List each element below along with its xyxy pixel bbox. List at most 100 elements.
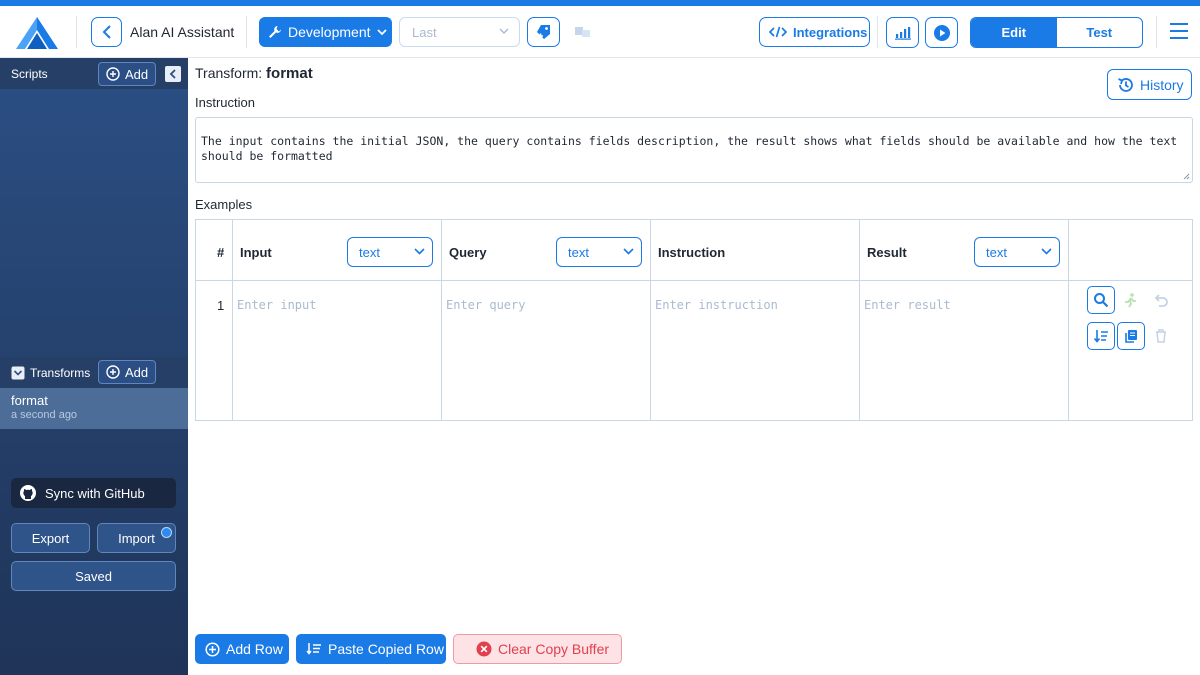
trash-icon [1156,329,1166,343]
examples-table: # Input text Query text Instruction Resu… [195,219,1193,421]
play-circle-icon [933,24,950,41]
title-prefix: Transform: [195,65,263,81]
sync-github-label: Sync with GitHub [45,485,145,501]
undo-row-button[interactable] [1147,286,1175,314]
divider [877,16,878,48]
divider [246,16,247,48]
mode-toggle: Edit Test [970,17,1143,48]
add-row-button[interactable]: Add Row [195,634,289,664]
code-icon [769,26,787,38]
saved-label: Saved [75,568,112,584]
result-cell[interactable]: Enter result [864,298,951,312]
clear-copy-buffer-button[interactable]: Clear Copy Buffer [453,634,622,664]
column-number [196,220,233,420]
github-icon [20,485,36,501]
tag-add-icon [536,25,550,39]
result-type-select[interactable]: text [974,237,1060,267]
version-select[interactable]: Last [399,17,520,47]
compare-button[interactable] [566,17,599,47]
add-script-button[interactable]: Add [98,62,157,86]
input-cell[interactable]: Enter input [237,298,316,312]
add-row-label: Add Row [226,641,283,657]
import-label: Import [118,530,155,546]
transform-timestamp: a second ago [11,409,78,421]
notification-dot [161,527,172,538]
version-select-value: Last [412,24,437,40]
divider [76,16,77,48]
wrench-icon [269,26,281,38]
instruction-cell[interactable]: Enter instruction [655,298,778,312]
export-label: Export [31,530,70,546]
instruction-textarea[interactable]: The input contains the initial JSON, the… [195,117,1193,183]
tab-test[interactable]: Test [1057,18,1143,47]
undo-icon [1154,294,1168,307]
add-transform-button[interactable]: Add [98,360,157,384]
import-button[interactable]: Import [97,523,176,553]
instruction-label: Instruction [195,95,255,110]
run-row-button[interactable] [1116,286,1144,314]
delete-row-button[interactable] [1147,322,1175,350]
result-type-value: text [986,244,1007,260]
query-type-select[interactable]: text [556,237,642,267]
query-cell[interactable]: Enter query [446,298,525,312]
environment-dropdown[interactable]: Development [259,17,392,47]
page-title: Transform: format [195,65,313,82]
tab-edit[interactable]: Edit [971,18,1057,47]
divider [1156,16,1157,48]
plus-circle-icon [106,67,120,81]
copy-icon [1125,330,1137,343]
query-type-value: text [568,244,589,260]
chevron-down-icon [623,248,634,255]
saved-status-button: Saved [11,561,176,591]
menu-icon[interactable] [1169,21,1189,41]
transforms-header: Transforms Add [0,357,188,388]
top-bar: Alan AI Assistant Development Last Integ… [0,6,1200,58]
history-icon [1118,77,1133,92]
chevron-down-icon [376,28,387,35]
result-header: Result [867,245,907,260]
environment-label: Development [288,24,371,40]
transform-name: format [11,393,48,408]
alan-logo-icon[interactable] [14,15,60,51]
copy-row-button[interactable] [1117,322,1145,350]
app-title: Alan AI Assistant [130,24,235,40]
history-button[interactable]: History [1107,69,1192,100]
integrations-label: Integrations [793,24,868,40]
input-header: Input [240,245,272,260]
transform-title-name: format [266,65,313,82]
paste-row-label: Paste Copied Row [328,641,444,657]
running-figure-icon [1125,293,1136,308]
add-transform-label: Add [125,364,149,380]
collapse-sidebar-button[interactable] [165,66,181,82]
export-button[interactable]: Export [11,523,90,553]
run-button[interactable] [925,17,958,48]
paste-list-icon [306,643,321,655]
sync-github-button[interactable]: Sync with GitHub [11,478,176,508]
analytics-button[interactable] [886,17,919,48]
scripts-label: Scripts [11,66,48,81]
integrations-button[interactable]: Integrations [759,17,870,47]
sort-row-button[interactable] [1087,322,1115,350]
number-header: # [217,245,225,260]
row-number: 1 [217,298,225,313]
plus-circle-icon [205,641,220,657]
scripts-header: Scripts Add [0,58,188,89]
examples-label: Examples [195,197,253,212]
search-row-button[interactable] [1087,286,1115,314]
resize-grip-icon[interactable] [1182,172,1190,180]
chevron-down-icon [499,28,509,34]
back-button[interactable] [91,17,122,47]
chevron-left-icon [102,25,111,39]
bar-chart-icon [894,26,911,40]
input-type-select[interactable]: text [347,237,433,267]
transform-item-format[interactable]: format a second ago [0,388,188,429]
deploy-button[interactable] [527,17,560,47]
add-script-label: Add [125,66,149,82]
chevron-down-box-icon[interactable] [11,366,25,380]
instruction-header: Instruction [658,245,726,260]
instruction-text: The input contains the initial JSON, the… [201,134,1178,163]
compare-icon [574,27,590,37]
history-label: History [1140,76,1184,93]
paste-row-button[interactable]: Paste Copied Row [296,634,446,664]
header-divider [196,280,1192,281]
